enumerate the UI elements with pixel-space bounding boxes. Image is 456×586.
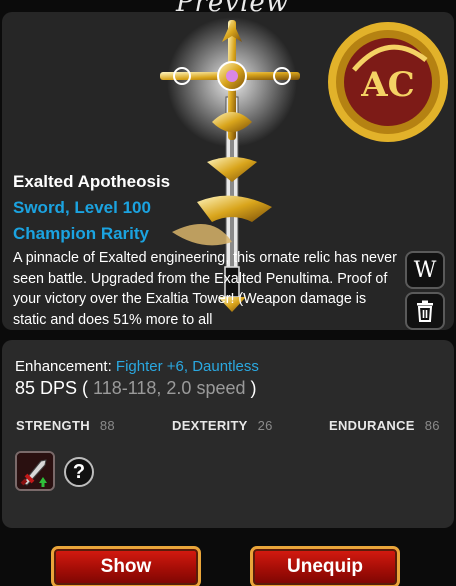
dps-range: 118-118, 2.0 speed	[88, 378, 251, 398]
enhancement-label: Enhancement:	[15, 358, 112, 375]
wiki-button[interactable]: W	[405, 251, 445, 289]
stat-endurance-label: ENDURANCE	[329, 418, 415, 433]
stat-strength-label: STRENGTH	[16, 418, 90, 433]
ac-badge-text: AC	[360, 65, 414, 105]
enhancement-line: Enhancement: Fighter +6, Dauntless	[15, 358, 259, 375]
item-type-level: Sword, Level 100	[13, 198, 151, 217]
sword-upgrade-glyph	[17, 453, 53, 489]
unequip-button[interactable]: Unequip	[250, 546, 400, 586]
stat-strength: STRENGTH 88	[16, 418, 115, 433]
item-preview-panel: AC Exalted Apotheosis Sword, Level 100 C…	[2, 12, 454, 330]
enhancement-value: Fighter +6, Dauntless	[115, 358, 259, 375]
item-description: A pinnacle of Exalted engineering, this …	[13, 250, 397, 328]
stat-strength-value: 88	[99, 418, 115, 433]
show-button[interactable]: Show	[51, 546, 201, 586]
sword-upgrade-icon[interactable]	[15, 451, 55, 491]
stat-dexterity-label: DEXTERITY	[172, 418, 248, 433]
item-name: Exalted Apotheosis	[13, 172, 171, 191]
stat-dexterity: DEXTERITY 26	[172, 418, 273, 433]
delete-button[interactable]	[405, 292, 445, 330]
stat-dexterity-value: 26	[257, 418, 273, 433]
trash-icon	[417, 300, 433, 322]
help-icon[interactable]: ?	[64, 457, 94, 487]
dps-close: )	[250, 378, 257, 398]
stat-endurance: ENDURANCE 86	[329, 418, 440, 433]
wiki-icon: W	[413, 257, 437, 283]
dps-line: 85 DPS ( 118-118, 2.0 speed )	[15, 378, 257, 399]
stats-panel: Enhancement: Fighter +6, Dauntless 85 DP…	[2, 340, 454, 528]
item-rarity: Champion Rarity	[13, 224, 150, 243]
stat-endurance-value: 86	[424, 418, 440, 433]
ac-gold-coin-badge: AC	[328, 22, 448, 142]
dps-value: 85 DPS (	[15, 378, 89, 398]
